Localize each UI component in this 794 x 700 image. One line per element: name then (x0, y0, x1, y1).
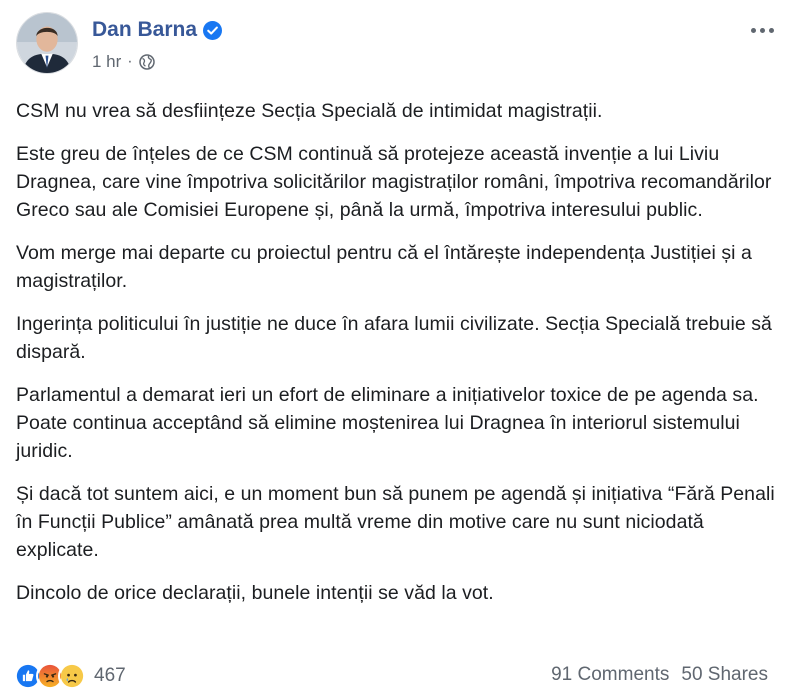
post-paragraph: Vom merge mai departe cu proiectul pentr… (16, 242, 752, 292)
post-paragraph: Parlamentul a demarat ieri un efort de e… (16, 384, 759, 462)
reaction-count: 467 (94, 665, 126, 686)
comments-count-link[interactable]: 91 Comments (551, 664, 669, 686)
post-paragraph: Ingerința politicului în justiție ne duc… (16, 313, 772, 363)
globe-icon[interactable] (138, 54, 155, 70)
more-options-icon[interactable] (748, 20, 776, 40)
reaction-summary[interactable]: 467 (14, 662, 126, 690)
author-avatar[interactable] (16, 12, 78, 74)
author-line: Dan Barna (92, 18, 223, 42)
meta-separator: · (127, 53, 133, 70)
post-paragraph: Și dacă tot suntem aici, e un moment bun… (16, 483, 775, 561)
engagement-stats: 91 Comments 50 Shares (551, 664, 768, 686)
more-dot (759, 27, 765, 33)
post-paragraph: CSM nu vrea să desființeze Secția Specia… (16, 100, 603, 122)
more-dot (768, 27, 774, 33)
sad-reaction-icon (58, 662, 86, 690)
more-dot (750, 27, 756, 33)
post-timestamp[interactable]: 1 hr (92, 52, 121, 72)
post-meta: 1 hr · (92, 52, 155, 72)
post-paragraph: Dincolo de orice declarații, bunele inte… (16, 582, 494, 604)
shares-count-link[interactable]: 50 Shares (681, 664, 768, 686)
post-footer: 467 91 Comments 50 Shares (14, 662, 780, 694)
post-header: Dan Barna 1 hr · (16, 12, 778, 82)
profile-photo (17, 13, 77, 73)
verified-badge-icon (203, 20, 223, 40)
post-body: CSM nu vrea să desființeze Secția Specia… (16, 97, 778, 622)
author-name[interactable]: Dan Barna (92, 18, 197, 42)
post-paragraph: Este greu de înțeles de ce CSM continuă … (16, 143, 772, 221)
